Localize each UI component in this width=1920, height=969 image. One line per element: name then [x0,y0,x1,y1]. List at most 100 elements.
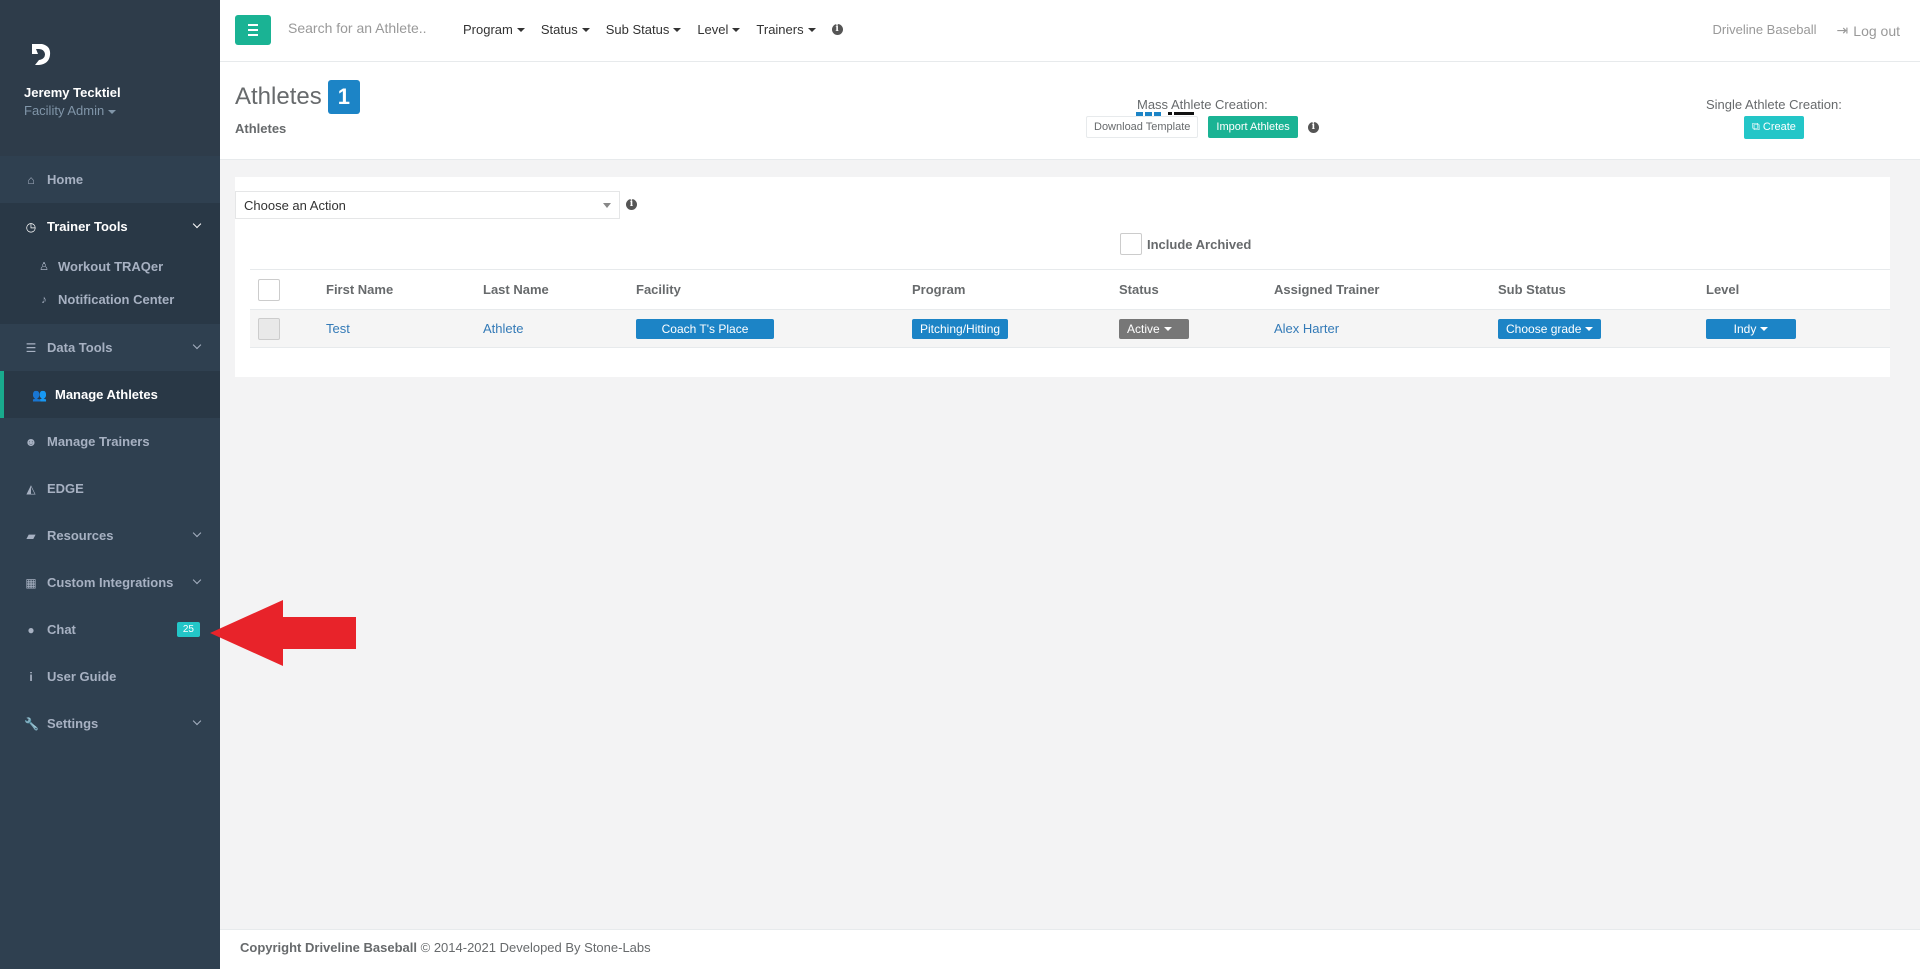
select-all-checkbox[interactable] [258,278,280,301]
sidebar-item-label: User Guide [47,669,117,684]
sidebar-item-manage-trainers[interactable]: ☻ Manage Trainers [0,418,220,465]
top-navbar: Program Status Sub Status Level Trainers… [220,0,1920,62]
mass-creation-label: Mass Athlete Creation: [1137,97,1268,112]
column-header-last-name[interactable]: Last Name [483,269,636,310]
trainer-tools-submenu: ♙ Workout TRAQer ♪ Notification Center [0,250,220,324]
sidebar-item-custom-integrations[interactable]: ▦ Custom Integrations [0,559,220,606]
program-cell: Pitching/Hitting [912,309,1119,348]
sidebar-item-label: EDGE [47,481,84,496]
level-cell: Indy [1706,309,1890,348]
caret-down-icon [1760,327,1769,332]
caret-down-icon [516,27,525,32]
mass-creation-buttons: Download Template Import Athletes i [1086,116,1319,138]
sidebar-item-settings[interactable]: 🔧 Settings [0,700,220,747]
include-archived-checkbox[interactable] [1120,233,1142,255]
program-label[interactable]: Pitching/Hitting [912,318,1009,339]
sidebar-item-label: Home [47,172,84,187]
sidebar-item-chat[interactable]: ● Chat 25 [0,606,220,653]
sidebar-subitem-label: Notification Center [58,292,175,307]
filter-label: Program [463,22,513,37]
driveline-logo-icon [32,44,51,65]
info-circle-icon[interactable]: i [1307,121,1319,133]
filter-trainers-dropdown[interactable]: Trainers [756,22,816,37]
filter-status-dropdown[interactable]: Status [541,22,590,37]
sidebar-subitem-workout-traqer[interactable]: ♙ Workout TRAQer [0,250,220,283]
hamburger-icon-line [248,29,258,31]
chat-unread-badge: 25 [176,622,200,637]
bulk-action-select[interactable]: Choose an Action [235,191,620,219]
level-dropdown[interactable]: Indy [1706,318,1796,339]
area-chart-icon: ◭ [26,481,36,496]
hamburger-icon-line [248,34,258,36]
sidebar-item-manage-athletes[interactable]: 👥 Manage Athletes [0,371,220,418]
info-circle-icon[interactable]: i [626,199,637,210]
assigned-trainer-link[interactable]: Alex Harter [1274,321,1339,336]
create-athlete-button[interactable]: ⧉ Create [1743,116,1804,139]
sidebar-item-label: Data Tools [47,340,113,355]
filter-label: Trainers [756,22,804,37]
filter-info[interactable]: i [831,22,843,37]
import-athletes-button[interactable]: Import Athletes [1208,116,1298,138]
sub-status-dropdown[interactable]: Choose grade [1498,318,1602,339]
sidebar-item-edge[interactable]: ◭ EDGE [0,465,220,512]
sidebar-nav: ⌂ Home ◷ Trainer Tools ♙ Workout TRAQer … [0,156,220,747]
sidebar-subitem-notification-center[interactable]: ♪ Notification Center [0,283,220,316]
profile-role-dropdown[interactable]: Facility Admin [24,103,220,118]
athlete-first-name-link[interactable]: Test [326,321,350,336]
download-template-button[interactable]: Download Template [1086,116,1199,138]
bell-icon: ♪ [41,293,47,306]
sidebar-item-home[interactable]: ⌂ Home [0,156,220,203]
select-all-header [250,269,326,310]
column-header-level[interactable]: Level [1706,269,1890,310]
page-title: Athletes 1 [235,80,360,114]
athlete-last-name-link[interactable]: Athlete [483,321,523,336]
status-value: Active [1127,321,1160,336]
athlete-search-input[interactable] [288,20,448,36]
column-header-program[interactable]: Program [912,269,1119,310]
annotation-arrow-icon [210,600,356,666]
caret-down-icon [673,27,682,32]
sidebar-toggle-button[interactable] [235,15,271,45]
column-header-assigned-trainer[interactable]: Assigned Trainer [1274,269,1498,310]
sidebar-item-trainer-tools[interactable]: ◷ Trainer Tools [0,203,220,250]
facility-label[interactable]: Coach T's Place [636,318,774,339]
row-select-checkbox[interactable] [258,317,280,340]
create-label: Create [1762,121,1796,133]
sidebar-item-data-tools[interactable]: ☰ Data Tools [0,324,220,371]
logout-link[interactable]: ⇥ Log out [1837,22,1900,39]
include-archived-label: Include Archived [1147,236,1252,252]
filter-label: Level [697,22,729,37]
sub-status-value: Choose grade [1506,321,1582,336]
sidebar-item-user-guide[interactable]: i User Guide [0,653,220,700]
user-plus-icon: ☻ [24,434,38,449]
column-header-sub-status[interactable]: Sub Status [1498,269,1706,310]
status-dropdown[interactable]: Active [1119,318,1189,339]
filter-sub-status-dropdown[interactable]: Sub Status [606,22,682,37]
chevron-down-icon [192,340,202,350]
sidebar-item-resources[interactable]: ▰ Resources [0,512,220,559]
column-header-status[interactable]: Status [1119,269,1274,310]
caret-down-icon [1585,327,1594,332]
grid-icon: ▦ [25,575,37,590]
include-archived-toggle: Include Archived [1120,233,1251,255]
column-header-facility[interactable]: Facility [636,269,912,310]
chevron-down-icon [192,219,202,229]
chevron-down-icon [192,528,202,538]
male-icon: ♙ [39,261,49,273]
column-header-first-name[interactable]: First Name [326,269,483,310]
sidebar-item-label: Chat [47,622,76,637]
profile-header: Jeremy Tecktiel Facility Admin [0,0,220,156]
logout-label: Log out [1853,22,1900,39]
footer-copyright-rest: © 2014-2021 Developed By Stone-Labs [420,940,651,955]
footer: Copyright Driveline Baseball © 2014-2021… [220,929,1920,969]
sidebar-item-label: Manage Athletes [55,387,158,402]
single-creation-label: Single Athlete Creation: [1706,97,1842,112]
top-right-links: Driveline Baseball ⇥ Log out [1712,22,1900,39]
mass-athlete-creation: Mass Athlete Creation: Download Template… [1086,97,1319,138]
filter-program-dropdown[interactable]: Program [463,22,525,37]
filter-level-dropdown[interactable]: Level [697,22,741,37]
page-title-text: Athletes [235,83,322,110]
sign-out-icon: ⇥ [1836,22,1849,38]
profile-name: Jeremy Tecktiel [24,85,121,100]
table-row: Test Athlete Coach T's Place Pitching/Hi… [250,309,1890,348]
